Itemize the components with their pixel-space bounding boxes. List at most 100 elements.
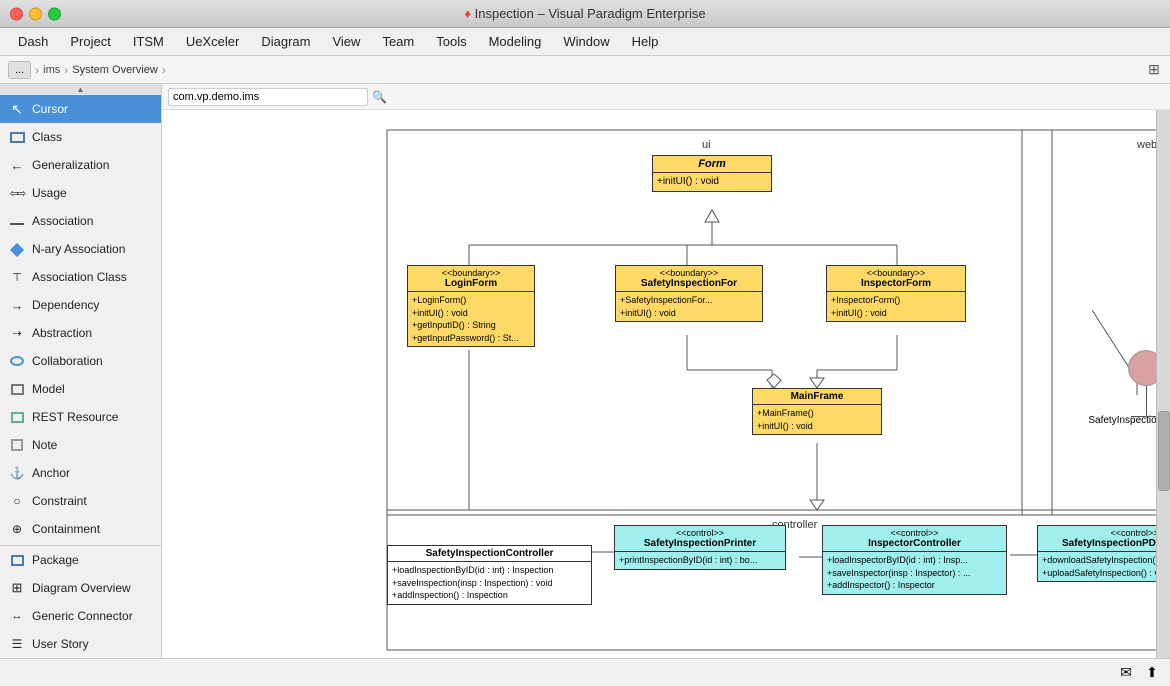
titlebar: ♦ Inspection – Visual Paradigm Enterpris… — [0, 0, 1170, 28]
class-ic-body: +loadInspectorByID(id : int) : Insp... +… — [823, 552, 1006, 594]
menu-help[interactable]: Help — [622, 31, 669, 52]
class-sip-header: <<control>> SafetyInspectionPrinter — [615, 526, 785, 552]
close-button[interactable] — [10, 7, 23, 20]
class-mainframe-header: MainFrame — [753, 389, 881, 405]
class-form-body: +initUI() : void — [653, 173, 771, 191]
constraint-icon: ○ — [8, 492, 26, 510]
class-form-header: Form — [653, 156, 771, 173]
cursor-icon: ↖ — [8, 100, 26, 118]
menu-dash[interactable]: Dash — [8, 31, 58, 52]
class-sipda-header: <<control>> SafetyInspectionPDAControlle — [1038, 526, 1170, 552]
class-inspectorform[interactable]: <<boundary>> InspectorForm +InspectorFor… — [826, 265, 966, 322]
app-icon: ♦ — [464, 6, 471, 21]
menu-diagram[interactable]: Diagram — [251, 31, 320, 52]
note-icon — [8, 436, 26, 454]
menu-view[interactable]: View — [322, 31, 370, 52]
menu-modeling[interactable]: Modeling — [479, 31, 552, 52]
sidebar-item-diagram[interactable]: ⊞ Diagram Overview — [0, 574, 161, 602]
breadcrumb-ims[interactable]: ims — [43, 64, 60, 76]
menubar: Dash Project ITSM UeXceler Diagram View … — [0, 28, 1170, 56]
grid-view-icon[interactable]: ⊞ — [1146, 62, 1162, 78]
menu-window[interactable]: Window — [553, 31, 619, 52]
sidebar-item-note[interactable]: Note — [0, 431, 161, 459]
class-sic[interactable]: SafetyInspectionController +loadInspecti… — [387, 545, 592, 605]
mail-icon[interactable]: ✉ — [1116, 663, 1136, 683]
class-loginform-body: +LoginForm() +initUI() : void +getInputI… — [408, 292, 534, 346]
sidebar-item-connector[interactable]: ↔ Generic Connector — [0, 602, 161, 630]
sidebar-item-collaboration[interactable]: Collaboration — [0, 347, 161, 375]
class-safetyform-body: +SafetyInspectionFor... +initUI() : void — [616, 292, 762, 321]
class-sip[interactable]: <<control>> SafetyInspectionPrinter +pri… — [614, 525, 786, 570]
model-icon — [8, 380, 26, 398]
class-ic[interactable]: <<control>> InspectorController +loadIns… — [822, 525, 1007, 595]
class-loginform[interactable]: <<boundary>> LoginForm +LoginForm() +ini… — [407, 265, 535, 347]
assocclass-icon: ⊤ — [8, 268, 26, 286]
sidebar-item-rest[interactable]: REST Resource — [0, 403, 161, 431]
menu-team[interactable]: Team — [372, 31, 424, 52]
minimize-button[interactable] — [29, 7, 42, 20]
breadcrumb: ... › ims › System Overview › ⊞ — [0, 56, 1170, 84]
sidebar-item-constraint[interactable]: ○ Constraint — [0, 487, 161, 515]
collaboration-icon — [8, 352, 26, 370]
sidebar-item-class[interactable]: Class — [0, 123, 161, 151]
sidebar-item-package[interactable]: Package — [0, 546, 161, 574]
rest-icon — [8, 408, 26, 426]
bottombar: ✉ ⬆ — [0, 658, 1170, 686]
sidebar-item-cursor[interactable]: ↖ Cursor — [0, 95, 161, 123]
menu-itsm[interactable]: ITSM — [123, 31, 174, 52]
sidebar-item-nary[interactable]: N-ary Association — [0, 235, 161, 263]
class-sipda[interactable]: <<control>> SafetyInspectionPDAControlle… — [1037, 525, 1170, 582]
svg-text:web: web — [1136, 139, 1157, 151]
main-layout: ▲ ↖ Cursor Class ← Generalization ⇦⇨ Usa… — [0, 84, 1170, 658]
generalization-icon: ← — [8, 156, 26, 174]
maximize-button[interactable] — [48, 7, 61, 20]
sidebar-item-userstory[interactable]: ☰ User Story — [0, 630, 161, 658]
export-icon[interactable]: ⬆ — [1142, 663, 1162, 683]
class-safetyform[interactable]: <<boundary>> SafetyInspectionFor +Safety… — [615, 265, 763, 322]
svg-text:ui: ui — [702, 139, 711, 151]
association-icon — [8, 212, 26, 230]
sidebar-item-model[interactable]: Model — [0, 375, 161, 403]
search-icon[interactable]: 🔍 — [372, 90, 387, 104]
sidebar-item-anchor[interactable]: ⚓ Anchor — [0, 459, 161, 487]
package-icon — [8, 551, 26, 569]
class-inspectorform-body: +InspectorForm() +initUI() : void — [827, 292, 965, 321]
breadcrumb-back[interactable]: ... — [8, 61, 31, 79]
sidebar-item-dependency[interactable]: → Dependency — [0, 291, 161, 319]
class-inspectorform-header: <<boundary>> InspectorForm — [827, 266, 965, 292]
sidebar-item-generalization[interactable]: ← Generalization — [0, 151, 161, 179]
sidebar-item-association[interactable]: Association — [0, 207, 161, 235]
nary-icon — [8, 240, 26, 258]
window-title: ♦ Inspection – Visual Paradigm Enterpris… — [464, 6, 705, 21]
class-sic-body: +loadInspectionByID(id : int) : Inspecti… — [388, 562, 591, 604]
abstraction-icon: ⇢ — [8, 324, 26, 342]
class-sic-header: SafetyInspectionController — [388, 546, 591, 562]
canvas[interactable]: ui web controller — [162, 110, 1170, 658]
menu-tools[interactable]: Tools — [426, 31, 476, 52]
sidebar-item-abstraction[interactable]: ⇢ Abstraction — [0, 319, 161, 347]
anchor-icon: ⚓ — [8, 464, 26, 482]
filter-bar: 🔍 — [162, 84, 1170, 110]
diagram-area: 🔍 ui web controller — [162, 84, 1170, 658]
sidebar: ▲ ↖ Cursor Class ← Generalization ⇦⇨ Usa… — [0, 84, 162, 658]
usage-icon: ⇦⇨ — [8, 184, 26, 202]
sidebar-item-usage[interactable]: ⇦⇨ Usage — [0, 179, 161, 207]
menu-uexceler[interactable]: UeXceler — [176, 31, 249, 52]
diagram-icon: ⊞ — [8, 579, 26, 597]
class-mainframe-body: +MainFrame() +initUI() : void — [753, 405, 881, 434]
class-form[interactable]: Form +initUI() : void — [652, 155, 772, 192]
menu-project[interactable]: Project — [60, 31, 120, 52]
sidebar-item-containment[interactable]: ⊕ Containment — [0, 515, 161, 543]
sidebar-item-assocclass[interactable]: ⊤ Association Class — [0, 263, 161, 291]
class-loginform-header: <<boundary>> LoginForm — [408, 266, 534, 292]
filter-input[interactable] — [168, 88, 368, 106]
userstory-icon: ☰ — [8, 635, 26, 653]
breadcrumb-current: System Overview — [72, 64, 158, 76]
window-controls[interactable] — [10, 7, 61, 20]
sidebar-scroll-up[interactable]: ▲ — [0, 84, 161, 95]
class-sip-body: +printInspectionByID(id : int) : bo... — [615, 552, 785, 569]
class-icon — [8, 128, 26, 146]
vertical-scrollbar[interactable] — [1156, 110, 1170, 658]
dependency-icon: → — [8, 296, 26, 314]
class-mainframe[interactable]: MainFrame +MainFrame() +initUI() : void — [752, 388, 882, 435]
